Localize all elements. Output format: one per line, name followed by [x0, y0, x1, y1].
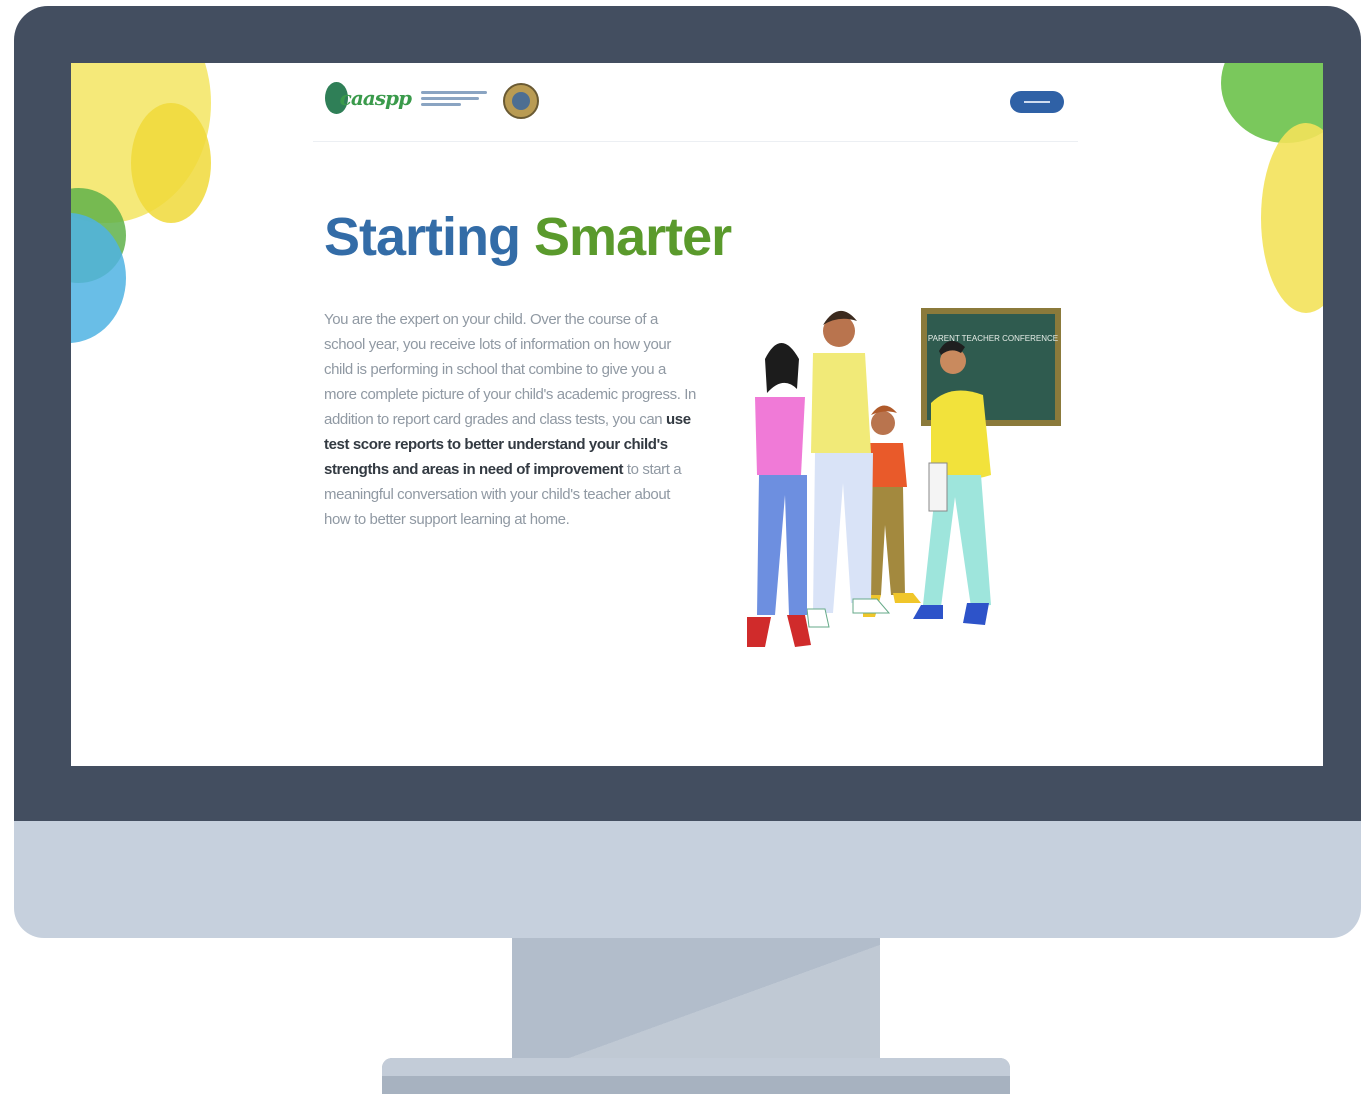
state-seal-icon	[503, 83, 539, 119]
monitor-chin	[14, 821, 1361, 938]
decorative-blob	[131, 103, 211, 223]
hero-paragraph-intro: You are the expert on your child. Over t…	[324, 311, 696, 428]
monitor-stand-neck	[512, 938, 880, 1060]
site-header: caaspp	[313, 63, 1078, 142]
header-button[interactable]	[1010, 91, 1064, 113]
screen: caaspp Starting Smarter You are the expe…	[71, 63, 1323, 766]
title-part-smarter: Smarter	[534, 207, 732, 267]
decorative-blob	[1261, 123, 1323, 313]
caaspp-logo-icon[interactable]: caaspp	[325, 78, 412, 118]
logo-text: caaspp	[339, 86, 412, 110]
agency-name-lines	[421, 91, 487, 113]
mother-figure	[747, 343, 811, 647]
chalkboard-text: PARENT TEACHER CONFERENCE	[928, 334, 1058, 343]
hero-paragraph: You are the expert on your child. Over t…	[324, 307, 699, 532]
family-teacher-illustration: PARENT TEACHER CONFERENCE	[747, 308, 1061, 647]
monitor-stand-base-top	[382, 1058, 1010, 1076]
title-part-starting: Starting	[324, 207, 521, 267]
page-title: Starting Smarter	[324, 206, 732, 268]
